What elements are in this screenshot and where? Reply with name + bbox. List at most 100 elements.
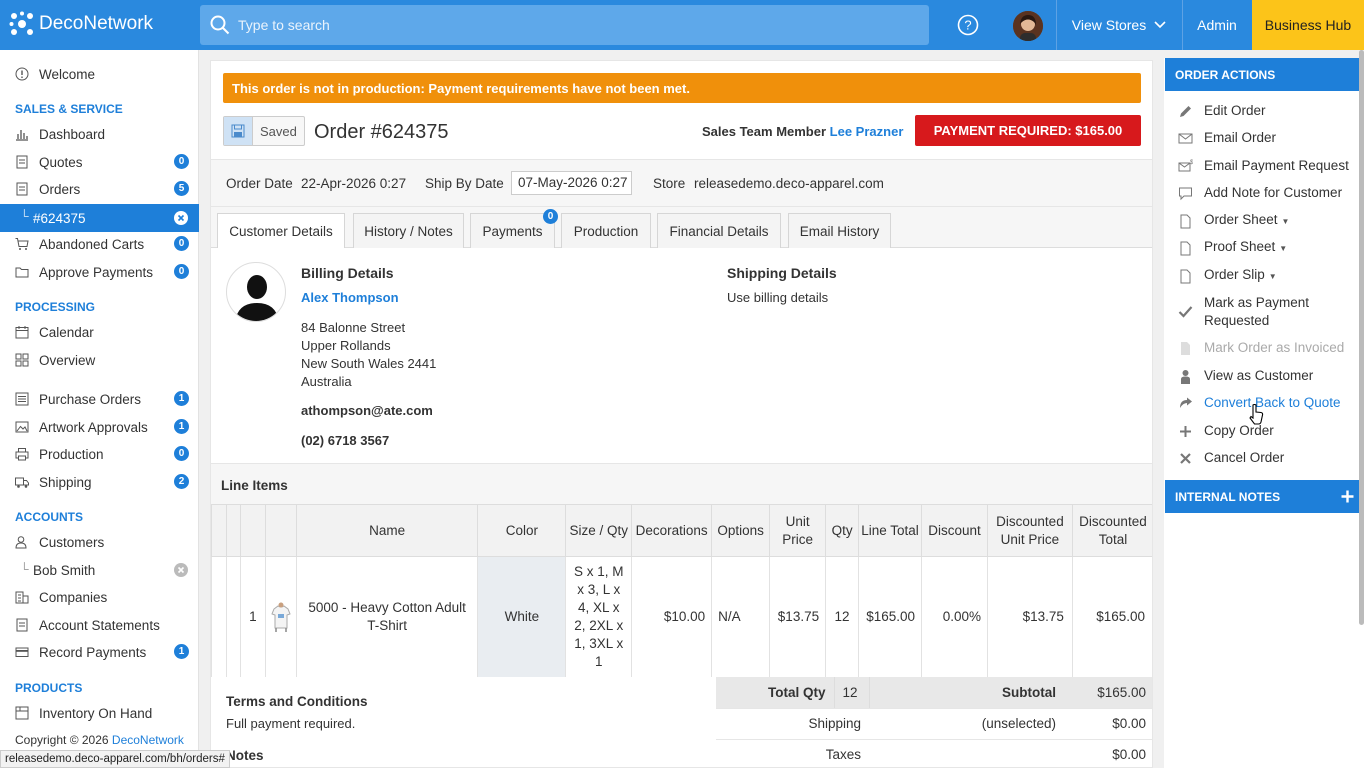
table-row[interactable]: 1 5000 - Heavy Cotton Adult T-Shirt Whit… bbox=[211, 556, 1152, 678]
tab-email-history[interactable]: Email History bbox=[788, 213, 891, 248]
terms-section: Terms and Conditions Full payment requir… bbox=[211, 677, 716, 767]
sidebar-item-quotes[interactable]: Quotes 0 bbox=[0, 149, 199, 175]
customer-email: athompson@ate.com bbox=[301, 403, 433, 418]
edit-order-action[interactable]: Edit Order bbox=[1164, 102, 1364, 120]
convert-to-quote-action[interactable]: Convert Back to Quote bbox=[1164, 394, 1364, 412]
payment-required-button[interactable]: PAYMENT REQUIRED: $165.00 bbox=[915, 115, 1141, 146]
sidebar-item-calendar[interactable]: Calendar bbox=[0, 319, 199, 345]
mark-payment-requested-action[interactable]: Mark as Payment Requested bbox=[1164, 294, 1364, 330]
cell-disc-total: $165.00 bbox=[1071, 556, 1152, 678]
users-icon bbox=[15, 536, 27, 549]
close-icon bbox=[1180, 452, 1191, 464]
sidebar-item-label: Approve Payments bbox=[39, 264, 154, 280]
col-header: Color bbox=[477, 504, 567, 557]
close-icon[interactable] bbox=[174, 563, 188, 577]
cell-color: White bbox=[477, 556, 567, 678]
customer-phone: (02) 6718 3567 bbox=[301, 433, 390, 448]
tab-production[interactable]: Production bbox=[561, 213, 651, 248]
help-button[interactable]: ? bbox=[957, 14, 979, 36]
business-hub-button[interactable]: Business Hub bbox=[1252, 0, 1364, 50]
add-note-plus-icon[interactable] bbox=[1341, 490, 1354, 503]
view-stores-button[interactable]: View Stores bbox=[1057, 0, 1181, 50]
action-label: Edit Order bbox=[1204, 103, 1266, 118]
logo[interactable]: DecoNetwork bbox=[9, 11, 153, 37]
sidebar-item-overview[interactable]: Overview bbox=[0, 347, 199, 373]
sidebar-item-bob-smith[interactable]: └ Bob Smith bbox=[0, 557, 199, 583]
sidebar-item-account-statements[interactable]: Account Statements bbox=[0, 612, 199, 638]
close-icon[interactable] bbox=[174, 211, 188, 225]
proof-sheet-action[interactable]: Proof Sheet ▼ bbox=[1164, 239, 1364, 257]
search-icon bbox=[210, 15, 230, 35]
col-header: Discount bbox=[921, 504, 988, 557]
sidebar-item-current-order[interactable]: └ #624375 bbox=[0, 204, 199, 232]
sidebar-item-companies[interactable]: Companies bbox=[0, 584, 199, 610]
order-slip-action[interactable]: Order Slip ▼ bbox=[1164, 267, 1364, 285]
sidebar-item-customers[interactable]: Customers bbox=[0, 529, 199, 555]
sidebar-item-label: Welcome bbox=[39, 66, 96, 82]
sidebar-item-artwork-approvals[interactable]: Artwork Approvals 1 bbox=[0, 414, 199, 440]
tree-branch-icon: └ bbox=[20, 209, 29, 223]
customer-name-link[interactable]: Alex Thompson bbox=[301, 290, 399, 305]
cell-line-total: $165.00 bbox=[858, 556, 923, 678]
folder-icon bbox=[15, 267, 29, 278]
sidebar-item-record-payments[interactable]: Record Payments 1 bbox=[0, 639, 199, 665]
sidebar-item-dashboard[interactable]: Dashboard bbox=[0, 121, 199, 147]
copy-order-action[interactable]: Copy Order bbox=[1164, 422, 1364, 440]
taxes-label: Taxes bbox=[716, 739, 869, 767]
saved-label: Saved bbox=[260, 123, 297, 139]
action-label: Mark Order as Invoiced bbox=[1204, 340, 1345, 355]
order-date-value: 22-Apr-2026 0:27 bbox=[301, 176, 407, 191]
sidebar-item-label: Account Statements bbox=[39, 617, 160, 633]
email-order-action[interactable]: Email Order bbox=[1164, 129, 1364, 147]
sidebar-item-abandoned-carts[interactable]: Abandoned Carts 0 bbox=[0, 231, 199, 257]
col-image bbox=[264, 504, 297, 557]
line-items-header: Line Items bbox=[211, 463, 1152, 505]
sales-member-link[interactable]: Lee Prazner bbox=[830, 124, 904, 139]
order-sheet-action[interactable]: Order Sheet ▼ bbox=[1164, 212, 1364, 230]
saved-indicator[interactable]: Saved bbox=[223, 116, 305, 146]
building-icon bbox=[15, 591, 29, 604]
internal-notes-heading: INTERNAL NOTES bbox=[1165, 480, 1364, 513]
sidebar-item-shipping[interactable]: Shipping 2 bbox=[0, 469, 199, 495]
file-icon bbox=[1180, 214, 1191, 228]
sidebar-item-production[interactable]: Production 0 bbox=[0, 441, 199, 467]
search-bar[interactable] bbox=[200, 5, 929, 45]
admin-button[interactable]: Admin bbox=[1183, 0, 1251, 50]
order-info-bar: Order Date 22-Apr-2026 0:27 Ship By Date… bbox=[211, 159, 1152, 207]
tab-financial-details[interactable]: Financial Details bbox=[657, 213, 781, 248]
view-as-customer-action[interactable]: View as Customer bbox=[1164, 367, 1364, 385]
shipping-heading: Shipping Details bbox=[727, 265, 837, 281]
deconetwork-link[interactable]: DecoNetwork bbox=[112, 733, 184, 747]
action-label: Convert Back to Quote bbox=[1204, 395, 1341, 410]
tab-customer-details[interactable]: Customer Details bbox=[217, 213, 345, 249]
bar-chart-icon bbox=[16, 130, 28, 141]
sidebar-section-accounts: ACCOUNTS bbox=[15, 510, 83, 524]
search-input[interactable] bbox=[238, 17, 888, 33]
count-badge: 5 bbox=[174, 181, 189, 196]
col-header: Name bbox=[295, 504, 479, 557]
info-icon bbox=[15, 67, 29, 81]
email-payment-request-action[interactable]: $ Email Payment Request bbox=[1164, 157, 1364, 175]
copyright: Copyright © 2026 DecoNetwork bbox=[15, 733, 184, 747]
cell-spacer bbox=[211, 556, 227, 678]
taxes-value: $0.00 bbox=[1064, 739, 1152, 767]
order-date-label: Order Date bbox=[226, 176, 293, 191]
calendar-icon bbox=[15, 326, 29, 339]
sidebar-item-purchase-orders[interactable]: Purchase Orders 1 bbox=[0, 386, 199, 412]
tab-history-notes[interactable]: History / Notes bbox=[353, 213, 464, 248]
tab-payments[interactable]: Payments 0 bbox=[470, 209, 558, 248]
user-avatar[interactable] bbox=[1013, 11, 1043, 41]
col-header: Unit Price bbox=[769, 504, 827, 557]
scrollbar[interactable] bbox=[1359, 50, 1364, 625]
sidebar-item-inventory[interactable]: Inventory On Hand bbox=[0, 700, 199, 726]
sidebar-item-approve-payments[interactable]: Approve Payments 0 bbox=[0, 259, 199, 285]
sidebar-item-orders[interactable]: Orders 5 bbox=[0, 176, 199, 202]
ship-by-date-input[interactable]: 07-May-2026 0:27 bbox=[511, 171, 632, 195]
envelope-dollar-icon: $ bbox=[1178, 160, 1193, 171]
add-note-action[interactable]: Add Note for Customer bbox=[1164, 184, 1364, 202]
sidebar-item-welcome[interactable]: Welcome bbox=[0, 61, 199, 87]
caret-down-icon: ▼ bbox=[1281, 217, 1290, 226]
shipping-text: Use billing details bbox=[727, 290, 829, 305]
cancel-order-action[interactable]: Cancel Order bbox=[1164, 449, 1364, 467]
view-stores-label: View Stores bbox=[1071, 17, 1147, 33]
